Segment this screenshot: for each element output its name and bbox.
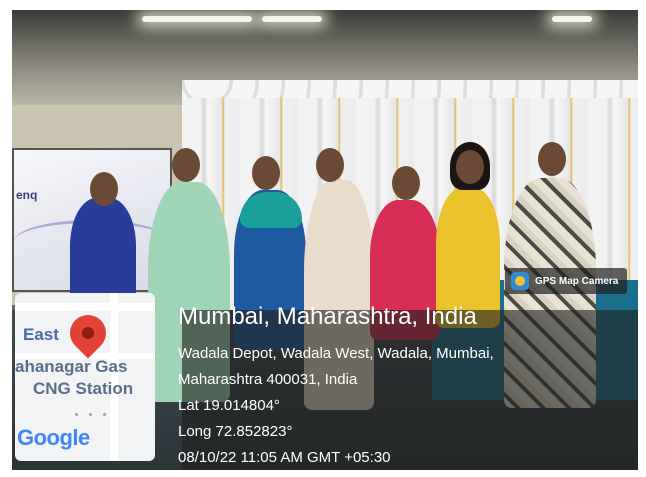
person-5-head [392, 166, 420, 200]
map-road [110, 293, 118, 461]
ceiling-light [262, 16, 322, 22]
google-logo: Google [17, 425, 90, 451]
location-overlay [182, 310, 638, 470]
map-dot [103, 413, 106, 416]
person-3-head [252, 156, 280, 190]
person-6-head [456, 150, 484, 184]
ceiling-light [552, 16, 592, 22]
map-pin-icon [62, 307, 114, 359]
map-label-east: East [23, 325, 59, 344]
map-label-cng: CNG Station [33, 379, 134, 398]
gps-map-camera-icon [511, 272, 529, 290]
person-7-head [538, 142, 566, 176]
person-2-head [172, 148, 200, 182]
map-thumbnail: East ahanagar Gas CNG Station Google [15, 293, 155, 461]
address-line-1: Wadala Depot, Wadala West, Wadala, Mumba… [178, 345, 494, 362]
person-1-head [90, 172, 118, 206]
screen-logo: enq [16, 188, 38, 202]
google-logo-text: Google [17, 425, 90, 450]
longitude-text: Long 72.852823° [178, 423, 293, 440]
location-city: Mumbai, Maharashtra, India [178, 303, 477, 330]
map-label-gas: ahanagar Gas [15, 357, 128, 376]
address-line-2: Maharashtra 400031, India [178, 371, 358, 388]
map-dot [75, 413, 78, 416]
ceiling-light [142, 16, 252, 22]
curtain-valance [182, 80, 638, 98]
person-4-head [316, 148, 344, 182]
badge-label: GPS Map Camera [535, 275, 619, 287]
latitude-text: Lat 19.014804° [178, 397, 280, 414]
timestamp-text: 08/10/22 11:05 AM GMT +05:30 [178, 449, 391, 466]
map-road [15, 303, 155, 311]
gps-map-camera-badge: GPS Map Camera [505, 268, 627, 294]
map-dot [89, 413, 92, 416]
